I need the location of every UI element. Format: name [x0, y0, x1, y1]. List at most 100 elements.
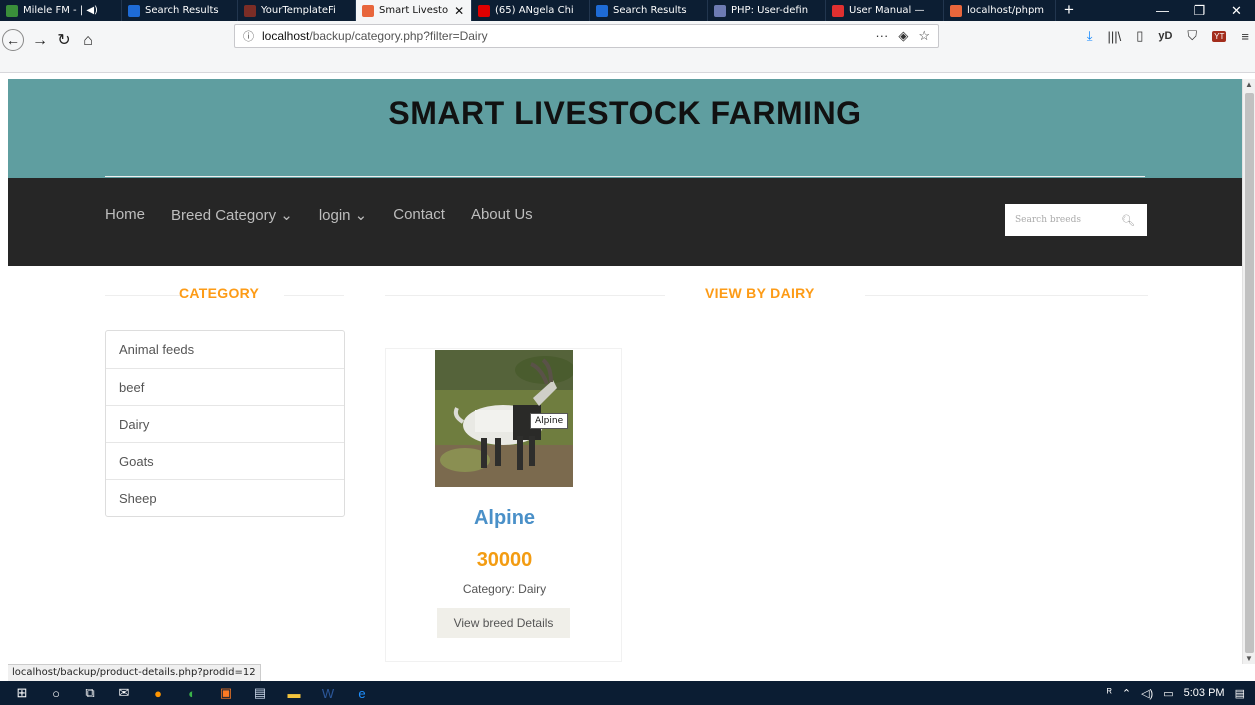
search-icon[interactable]: 🔍︎	[1121, 214, 1135, 227]
nav-breed-category-dropdown[interactable]: Breed Category ⌄	[171, 206, 293, 224]
tab-label: localhost/phpm	[967, 5, 1045, 16]
tab-favicon-icon	[128, 4, 140, 17]
site-header: SMART LIVESTOCK FARMING	[8, 79, 1242, 178]
nav-home-link[interactable]: Home	[105, 206, 145, 224]
scroll-up-icon[interactable]: ▲	[1245, 80, 1253, 89]
yd-extension-icon[interactable]: yD	[1158, 30, 1172, 42]
nav-login-dropdown[interactable]: login ⌄	[319, 206, 367, 224]
restore-icon[interactable]: ❐	[1181, 0, 1218, 21]
edge-icon[interactable]: e	[350, 684, 374, 702]
tab-label: Milele FM - | ◀)	[23, 5, 98, 16]
close-tab-icon[interactable]: ✕	[454, 4, 464, 18]
url-path: /backup/category.php?filter=Dairy	[309, 29, 488, 43]
window-close-icon[interactable]: ✕	[1218, 0, 1255, 21]
browser-tab[interactable]: Search Results	[590, 0, 708, 21]
category-item-beef[interactable]: beef	[106, 368, 344, 405]
shield-extension-icon[interactable]: ⛉	[1187, 28, 1197, 44]
tray-chevron-icon[interactable]: ⌃	[1122, 687, 1131, 700]
tab-favicon-icon	[244, 4, 256, 17]
browser-tab[interactable]: User Manual —	[826, 0, 944, 21]
volume-icon[interactable]: ◁)	[1141, 687, 1153, 700]
nav-about-link[interactable]: About Us	[471, 206, 533, 224]
browser-navigation-bar: ← → ↻ ⌂ ⓘ localhost/backup/category.php?…	[0, 21, 1255, 73]
category-list: Animal feeds beef Dairy Goats Sheep	[105, 330, 345, 517]
tab-favicon-icon	[362, 4, 374, 17]
web-page: SMART LIVESTOCK FARMING Home Breed Categ…	[8, 79, 1242, 664]
tab-favicon-icon	[6, 4, 18, 17]
pocket-icon[interactable]: ◈	[898, 28, 908, 44]
site-title: SMART LIVESTOCK FARMING	[388, 95, 862, 131]
link-status-bar: localhost/backup/product-details.php?pro…	[8, 664, 261, 681]
tab-favicon-icon	[478, 4, 490, 17]
browser-tab[interactable]: Search Results	[122, 0, 238, 21]
scrollbar-thumb[interactable]	[1245, 93, 1254, 653]
browser-tab[interactable]: Milele FM - | ◀)	[0, 0, 122, 21]
minimize-icon[interactable]: —	[1144, 0, 1181, 21]
tab-label: Search Results	[145, 5, 219, 16]
product-category: Category: Dairy	[462, 582, 547, 596]
search-input[interactable]	[1015, 215, 1115, 225]
browser-tab-active[interactable]: Smart Livesto ✕	[356, 0, 472, 21]
category-item-sheep[interactable]: Sheep	[106, 479, 344, 516]
tab-favicon-icon	[832, 4, 844, 17]
reload-icon[interactable]: ↻	[52, 29, 76, 53]
product-name[interactable]: Alpine	[386, 507, 623, 530]
people-icon[interactable]: ᴿ	[1107, 687, 1112, 699]
forward-arrow-icon[interactable]: →	[28, 29, 52, 53]
network-icon[interactable]: ▭	[1163, 687, 1173, 700]
bookmark-star-icon[interactable]: ☆	[918, 28, 930, 44]
browser-tab[interactable]: localhost/phpm	[944, 0, 1056, 21]
browser-tab[interactable]: PHP: User-defin	[708, 0, 826, 21]
heading-rule	[865, 295, 1148, 296]
scroll-down-icon[interactable]: ▼	[1245, 654, 1253, 663]
browser-tab[interactable]: (65) ANgela Chi	[472, 0, 590, 21]
ytp-extension-icon[interactable]: YT	[1212, 30, 1227, 42]
site-info-icon[interactable]: ⓘ	[243, 28, 254, 44]
nav-contact-link[interactable]: Contact	[393, 206, 445, 224]
product-card: Alpine Alpine 30000 Category: Dairy View…	[385, 348, 622, 662]
windows-taskbar: ⊞ ○ ⧉ ✉ ● ◐ ▣ ▤ ▬ W e ᴿ ⌃ ◁) ▭ 5:03 PM ▤	[0, 681, 1255, 705]
back-arrow-icon[interactable]: ←	[2, 29, 24, 51]
download-icon[interactable]: ⤓	[1087, 28, 1093, 44]
notifications-icon[interactable]: ▤	[1235, 687, 1245, 700]
mail-icon[interactable]: ✉	[112, 684, 136, 702]
xampp-icon[interactable]: ▣	[214, 684, 238, 702]
category-item-animal-feeds[interactable]: Animal feeds	[106, 331, 344, 368]
view-by-heading: VIEW BY DAIRY	[705, 285, 815, 301]
search-box: 🔍︎	[1005, 204, 1147, 236]
notepad-icon[interactable]: ▤	[248, 684, 272, 702]
tab-label: (65) ANgela Chi	[495, 5, 574, 16]
clock-time[interactable]: 5:03 PM	[1184, 687, 1225, 699]
page-scrollbar[interactable]: ▲ ▼	[1242, 79, 1255, 664]
heading-rule	[105, 295, 180, 296]
system-tray: ᴿ ⌃ ◁) ▭ 5:03 PM ▤	[1107, 681, 1245, 705]
file-explorer-icon[interactable]: ▬	[282, 684, 306, 702]
sidebar-icon[interactable]: ▯	[1136, 28, 1143, 44]
menu-hamburger-icon[interactable]: ≡	[1241, 29, 1249, 44]
tab-favicon-icon	[950, 4, 962, 17]
tab-favicon-icon	[596, 4, 608, 17]
cortana-search-icon[interactable]: ○	[44, 684, 68, 702]
tab-favicon-icon	[714, 4, 726, 17]
windows-start-icon[interactable]: ⊞	[10, 684, 34, 702]
category-item-goats[interactable]: Goats	[106, 442, 344, 479]
tab-label: PHP: User-defin	[731, 5, 809, 16]
browser-tab[interactable]: YourTemplateFi	[238, 0, 356, 21]
view-breed-details-button[interactable]: View breed Details	[437, 608, 570, 638]
task-view-icon[interactable]: ⧉	[78, 684, 102, 702]
address-bar[interactable]: ⓘ localhost/backup/category.php?filter=D…	[234, 24, 939, 48]
category-item-dairy[interactable]: Dairy	[106, 405, 344, 442]
tab-label: YourTemplateFi	[261, 5, 336, 16]
heading-rule	[284, 295, 344, 296]
library-icon[interactable]: |||\	[1107, 29, 1121, 44]
word-icon[interactable]: W	[316, 684, 340, 702]
home-icon[interactable]: ⌂	[76, 29, 100, 53]
chrome-icon[interactable]: ◐	[180, 684, 204, 702]
product-image[interactable]: Alpine	[435, 350, 573, 487]
firefox-icon[interactable]: ●	[146, 684, 170, 702]
url-host: localhost	[262, 29, 310, 43]
new-tab-button[interactable]: +	[1056, 0, 1082, 21]
tab-label: Smart Livesto	[379, 5, 449, 16]
product-price: 30000	[476, 549, 533, 571]
page-actions-icon[interactable]: ···	[875, 28, 888, 44]
